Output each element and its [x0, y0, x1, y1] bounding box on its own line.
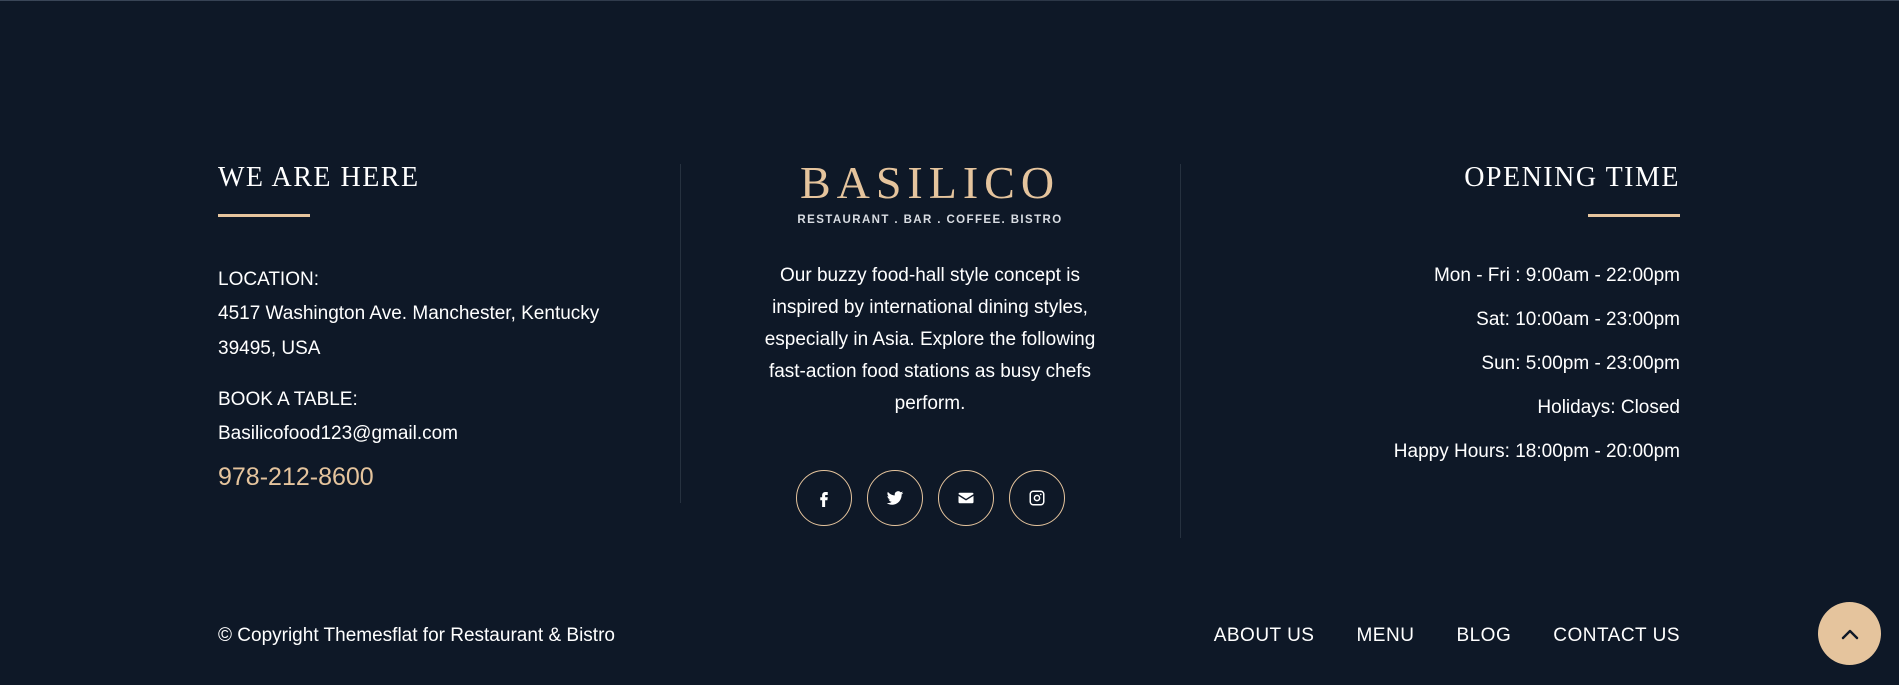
phone-link[interactable]: 978-212-8600	[218, 459, 658, 495]
address-line-1: 4517 Washington Ave. Manchester, Kentuck…	[218, 303, 600, 324]
chevron-up-icon	[1841, 629, 1858, 639]
hours-row: Happy Hours: 18:00pm - 20:00pm	[1393, 441, 1680, 462]
nav-blog[interactable]: BLOG	[1456, 621, 1511, 651]
social-links	[700, 470, 1160, 526]
heading-underline	[218, 214, 310, 217]
about-text: Our buzzy food-hall style concept is ins…	[764, 265, 1096, 414]
we-are-here-heading: WE ARE HERE	[218, 162, 420, 193]
email-link[interactable]: Basilicofood123@gmail.com	[218, 416, 658, 451]
facebook-button[interactable]	[795, 470, 852, 526]
instagram-button[interactable]	[1008, 470, 1065, 526]
facebook-icon	[819, 492, 828, 507]
nav-about-us[interactable]: ABOUT US	[1214, 621, 1315, 651]
hours-row: Mon - Fri : 9:00am - 22:00pm	[1433, 265, 1680, 286]
contact-column: WE ARE HERE LOCATION: 4517 Washington Av…	[218, 160, 658, 495]
brand-column: BASILICO RESTAURANT . BAR . COFFEE. BIST…	[700, 158, 1160, 526]
heading-underline	[1588, 214, 1680, 217]
book-table-label: BOOK A TABLE:	[218, 389, 358, 410]
site-footer: WE ARE HERE LOCATION: 4517 Washington Av…	[0, 0, 1899, 685]
opening-time-heading: OPENING TIME	[1464, 162, 1680, 193]
nav-menu[interactable]: MENU	[1356, 621, 1414, 651]
twitter-icon	[886, 491, 903, 505]
envelope-icon	[958, 492, 973, 504]
hours-row: Sun: 5:00pm - 23:00pm	[1481, 353, 1680, 374]
address-text: 4517 Washington Ave. Manchester, Kentuck…	[218, 296, 658, 366]
logo-wordmark[interactable]: BASILICO	[700, 158, 1160, 208]
column-divider	[1180, 164, 1181, 538]
hours-row: Sat: 10:00am - 23:00pm	[1476, 309, 1680, 330]
column-divider	[680, 164, 681, 503]
twitter-button[interactable]	[866, 470, 923, 526]
footer-nav: ABOUT US MENU BLOG CONTACT US	[1214, 621, 1680, 651]
logo-tagline: RESTAURANT . BAR . COFFEE. BISTRO	[797, 214, 1063, 226]
nav-contact-us[interactable]: CONTACT US	[1553, 621, 1680, 651]
copyright-text: © Copyright Themesflat for Restaurant & …	[218, 625, 615, 646]
location-label: LOCATION:	[218, 269, 319, 290]
hours-row: Holidays: Closed	[1537, 397, 1680, 418]
email-button[interactable]	[937, 470, 994, 526]
address-line-2: 39495, USA	[218, 338, 321, 359]
opening-hours-column: OPENING TIME Mon - Fri : 9:00am - 22:00p…	[1220, 160, 1680, 483]
scroll-to-top-button[interactable]	[1818, 602, 1881, 665]
top-divider	[0, 0, 1899, 1]
instagram-icon	[1029, 490, 1044, 506]
hours-list: Mon - Fri : 9:00am - 22:00pm Sat: 10:00a…	[1220, 263, 1680, 465]
